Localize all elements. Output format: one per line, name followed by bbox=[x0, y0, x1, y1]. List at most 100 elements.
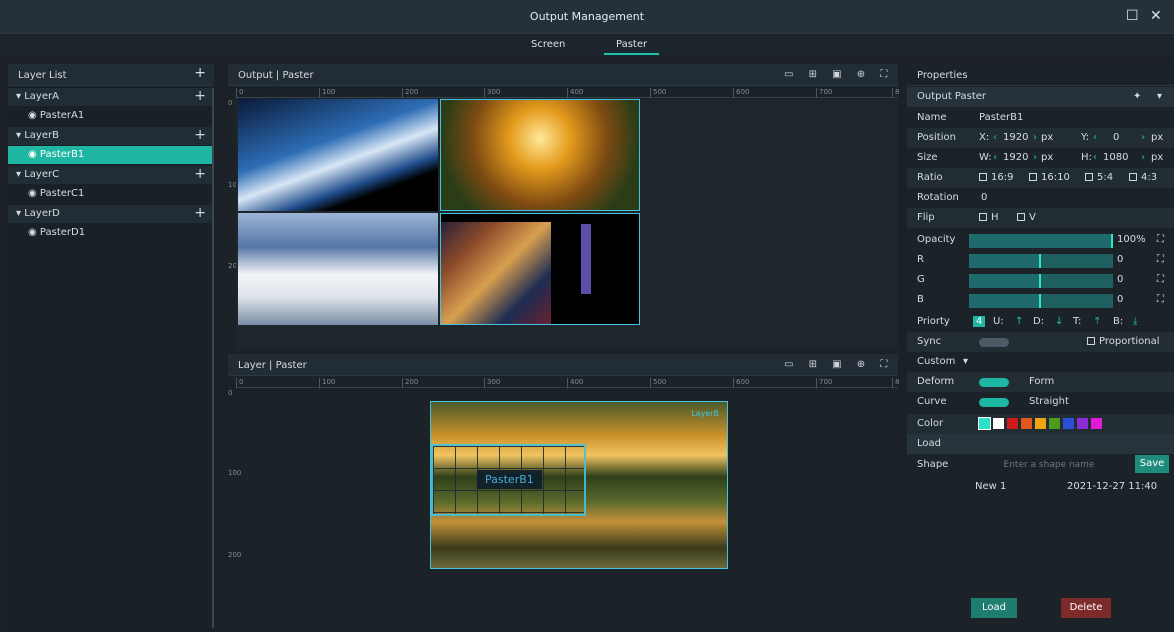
save-button[interactable]: Save bbox=[1135, 455, 1169, 473]
sync-toggle[interactable] bbox=[979, 338, 1009, 347]
g-knob[interactable] bbox=[1039, 274, 1041, 288]
ratio-4-3-checkbox[interactable]: 4:3 bbox=[1129, 172, 1157, 183]
load-button[interactable]: Load bbox=[971, 598, 1017, 618]
w-value[interactable]: 1920 bbox=[1003, 152, 1028, 163]
maximize-icon[interactable]: ☐ bbox=[1126, 8, 1139, 24]
h-increment[interactable]: › bbox=[1141, 152, 1145, 163]
tree-image[interactable] bbox=[440, 99, 640, 211]
h-value[interactable]: 1080 bbox=[1103, 152, 1128, 163]
paster-item[interactable]: ◉ PasterC1 bbox=[8, 185, 214, 203]
layer-list-scrollbar[interactable] bbox=[212, 88, 214, 628]
tab-paster[interactable]: Paster bbox=[604, 39, 660, 55]
layer-canvas-image[interactable]: LayerB PasterB1 bbox=[430, 401, 728, 569]
ratio-16-10-checkbox[interactable]: 16:10 bbox=[1029, 172, 1070, 183]
layer-item-c[interactable]: ▾ LayerC + bbox=[8, 166, 214, 184]
add-layer-icon[interactable]: + bbox=[194, 65, 206, 81]
flip-h-checkbox[interactable]: H bbox=[979, 212, 999, 223]
g-reset-icon[interactable]: ⛶ bbox=[1157, 274, 1164, 285]
position-label: Position bbox=[917, 132, 956, 143]
y-decrement[interactable]: ‹ bbox=[1093, 132, 1097, 143]
color-swatch[interactable] bbox=[993, 418, 1004, 429]
chevron-down-icon[interactable]: ▾ bbox=[1157, 91, 1162, 102]
add-paster-icon[interactable]: + bbox=[194, 205, 206, 221]
layer-toolbar-icons[interactable]: ▭ ⊞ ▣ ⊕ ⛶ bbox=[784, 359, 893, 370]
x-increment[interactable]: › bbox=[1033, 132, 1037, 143]
color-swatch[interactable] bbox=[1049, 418, 1060, 429]
w-increment[interactable]: › bbox=[1033, 152, 1037, 163]
paster-item[interactable]: ◉ PasterA1 bbox=[8, 107, 214, 125]
move-up-icon[interactable]: ↑ bbox=[1015, 316, 1023, 327]
custom-row[interactable]: Custom ▾ bbox=[907, 352, 1174, 372]
priority-value[interactable]: 4 bbox=[973, 316, 986, 327]
color-swatch[interactable] bbox=[1021, 418, 1032, 429]
color-swatch[interactable] bbox=[1007, 418, 1018, 429]
opacity-knob[interactable] bbox=[1111, 234, 1113, 248]
add-paster-icon[interactable]: + bbox=[194, 166, 206, 182]
saved-shape-row[interactable]: New 1 2021-12-27 11:40 bbox=[907, 477, 1174, 497]
caret-icon[interactable]: ▾ bbox=[16, 91, 21, 102]
add-paster-icon[interactable]: + bbox=[194, 88, 206, 104]
output-toolbar-icons[interactable]: ▭ ⊞ ▣ ⊕ ⛶ bbox=[784, 69, 893, 80]
tab-screen[interactable]: Screen bbox=[531, 39, 565, 50]
y-increment[interactable]: › bbox=[1141, 132, 1145, 143]
name-value[interactable]: PasterB1 bbox=[979, 112, 1023, 123]
x-decrement[interactable]: ‹ bbox=[993, 132, 997, 143]
color-swatch[interactable] bbox=[1035, 418, 1046, 429]
opacity-slider[interactable] bbox=[969, 234, 1113, 248]
deform-toggle[interactable] bbox=[979, 378, 1009, 387]
layer-item-a[interactable]: ▾ LayerA + bbox=[8, 88, 214, 106]
earth-image[interactable] bbox=[238, 99, 438, 211]
px-unit: px bbox=[1151, 152, 1164, 163]
x-value[interactable]: 1920 bbox=[1003, 132, 1028, 143]
rotation-value[interactable]: 0 bbox=[981, 192, 987, 203]
move-down-icon[interactable]: ↓ bbox=[1055, 316, 1063, 327]
caret-icon[interactable]: ▾ bbox=[16, 130, 21, 141]
santorini-image[interactable] bbox=[238, 213, 438, 325]
r-slider[interactable] bbox=[969, 254, 1113, 268]
color-swatch[interactable] bbox=[978, 417, 991, 430]
opacity-reset-icon[interactable]: ⛶ bbox=[1157, 234, 1164, 245]
flip-v-checkbox[interactable]: V bbox=[1017, 212, 1036, 223]
ratio-16-9-checkbox[interactable]: 16:9 bbox=[979, 172, 1013, 183]
ratio-5-4-checkbox[interactable]: 5:4 bbox=[1085, 172, 1113, 183]
output-paster-section[interactable]: Output Paster ✦ ▾ bbox=[907, 87, 1174, 107]
r-knob[interactable] bbox=[1039, 254, 1041, 268]
g-value: 0 bbox=[1117, 274, 1124, 285]
pin-icon[interactable]: ✦ bbox=[1133, 91, 1141, 102]
city-photo bbox=[441, 222, 551, 324]
load-label: Load bbox=[917, 438, 941, 449]
close-icon[interactable]: ✕ bbox=[1150, 8, 1162, 24]
color-swatch[interactable] bbox=[1077, 418, 1088, 429]
shape-name-input[interactable] bbox=[969, 457, 1129, 473]
add-paster-icon[interactable]: + bbox=[194, 127, 206, 143]
b-knob[interactable] bbox=[1039, 294, 1041, 308]
curve-toggle[interactable] bbox=[979, 398, 1009, 407]
b-reset-icon[interactable]: ⛶ bbox=[1157, 294, 1164, 305]
eye-icon[interactable]: ◉ bbox=[28, 110, 37, 121]
color-swatch[interactable] bbox=[1063, 418, 1074, 429]
caret-icon[interactable]: ▾ bbox=[16, 208, 21, 219]
output-canvas[interactable] bbox=[236, 99, 898, 349]
eye-icon[interactable]: ◉ bbox=[28, 227, 37, 238]
g-slider[interactable] bbox=[969, 274, 1113, 288]
chevron-down-icon[interactable]: ▾ bbox=[963, 356, 968, 367]
w-decrement[interactable]: ‹ bbox=[993, 152, 997, 163]
delete-button[interactable]: Delete bbox=[1061, 598, 1111, 618]
h-decrement[interactable]: ‹ bbox=[1093, 152, 1097, 163]
b-slider[interactable] bbox=[969, 294, 1113, 308]
paster-selection-box[interactable]: PasterB1 bbox=[431, 444, 586, 516]
y-value[interactable]: 0 bbox=[1113, 132, 1119, 143]
color-swatch[interactable] bbox=[1091, 418, 1102, 429]
proportional-checkbox[interactable]: Proportional bbox=[1087, 336, 1160, 347]
move-bottom-icon[interactable]: ⤓ bbox=[1133, 316, 1137, 327]
paster-item[interactable]: ◉ PasterD1 bbox=[8, 224, 214, 242]
move-top-icon[interactable]: ⤒ bbox=[1095, 316, 1099, 327]
r-reset-icon[interactable]: ⛶ bbox=[1157, 254, 1164, 265]
caret-icon[interactable]: ▾ bbox=[16, 169, 21, 180]
eye-icon[interactable]: ◉ bbox=[28, 188, 37, 199]
layer-item-d[interactable]: ▾ LayerD + bbox=[8, 205, 214, 223]
city-image[interactable] bbox=[440, 213, 640, 325]
paster-item-selected[interactable]: ◉ PasterB1 bbox=[8, 146, 214, 164]
eye-icon[interactable]: ◉ bbox=[28, 149, 37, 160]
layer-item-b[interactable]: ▾ LayerB + bbox=[8, 127, 214, 145]
